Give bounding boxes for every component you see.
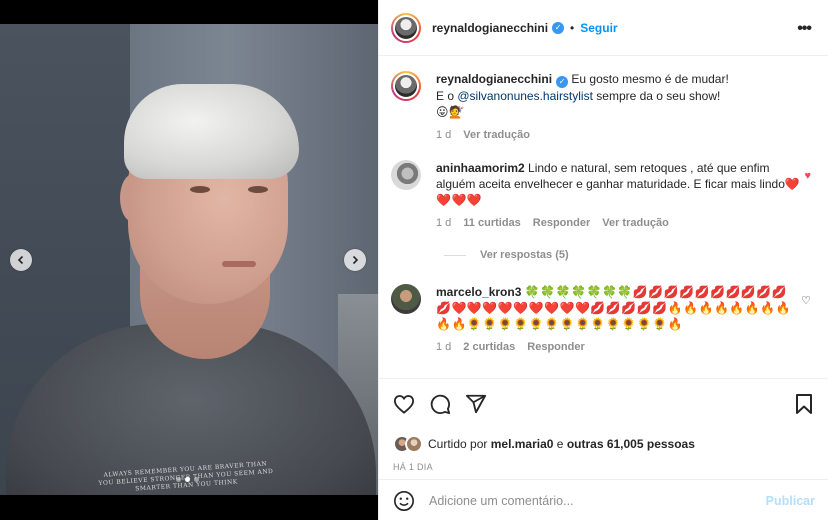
caption-mention-link[interactable]: @silvanonunes.hairstylist	[457, 89, 593, 103]
comment-meta: 1 d 2 curtidas Responder	[436, 339, 801, 355]
comment-likes-count[interactable]: 11 curtidas	[463, 215, 520, 231]
post-actions: Curtido por mel.maria0 e outras 61,005 p…	[379, 378, 828, 520]
carousel-dot-active	[185, 477, 190, 482]
caption-time[interactable]: 1 d	[436, 127, 451, 143]
chevron-right-icon	[352, 255, 359, 265]
comment-reply-button[interactable]: Responder	[533, 215, 590, 231]
caption-text-2-prefix: E o	[436, 89, 458, 103]
follow-button[interactable]: Seguir	[580, 21, 617, 35]
post-header: reynaldogianecchini ✓ • Seguir •••	[379, 0, 828, 56]
comment-item: aninhaamorim2 Lindo e natural, sem retoq…	[391, 160, 811, 231]
carousel-dot	[176, 477, 181, 482]
carousel-next-button[interactable]	[344, 249, 366, 271]
likes-others-link[interactable]: outras 61,005 pessoas	[567, 437, 695, 451]
publish-button[interactable]: Publicar	[766, 494, 815, 508]
photo-eye-right	[248, 186, 268, 193]
comment-time[interactable]: 1 d	[436, 215, 451, 231]
comment-like-heart-icon[interactable]: ♡	[801, 294, 811, 307]
more-options-icon[interactable]: •••	[797, 20, 812, 38]
caption-line-1: reynaldogianecchini ✓ Eu gosto mesmo é de…	[436, 71, 801, 88]
add-comment-bar: Adicione um comentário... Publicar	[379, 479, 828, 520]
caption-translate-link[interactable]: Ver tradução	[463, 127, 530, 143]
liker-avatar	[405, 435, 423, 453]
comment-likes-count[interactable]: 2 curtidas	[463, 339, 515, 355]
comment-icon[interactable]	[429, 393, 451, 415]
author-username[interactable]: reynaldogianecchini	[432, 21, 548, 35]
likes-middle: e	[556, 437, 564, 451]
photo-mouth	[222, 261, 256, 267]
comment-item: marcelo_kron3 🍀🍀🍀🍀🍀🍀🍀💋💋💋💋💋💋💋💋💋💋💋❤️❤️❤️❤️…	[391, 284, 811, 355]
view-replies-label: Ver respostas (5)	[480, 249, 569, 261]
chevron-left-icon	[17, 255, 24, 265]
view-replies-button[interactable]: Ver respostas (5)	[444, 249, 569, 261]
post-timestamp[interactable]: HÁ 1 DIA	[393, 462, 433, 472]
comment-content: aninhaamorim2 Lindo e natural, sem retoq…	[436, 160, 801, 208]
author-avatar-image	[393, 14, 419, 41]
emoji-icon[interactable]	[393, 490, 415, 512]
likes-user-link[interactable]: mel.maria0	[491, 437, 554, 451]
post-side-panel: reynaldogianecchini ✓ • Seguir ••• reyna…	[378, 0, 828, 520]
comments-list: reynaldogianecchini ✓ Eu gosto mesmo é de…	[379, 57, 828, 377]
comment-meta: 1 d 11 curtidas Responder Ver tradução	[436, 215, 801, 231]
comment-username[interactable]: aninhaamorim2	[436, 161, 525, 175]
caption-meta: 1 d Ver tradução	[436, 127, 801, 143]
commenter-avatar[interactable]	[391, 160, 421, 190]
post-photo[interactable]: ALWAYS REMEMBER YOU ARE BRAVER THAN YOU …	[0, 24, 378, 495]
author-avatar[interactable]	[391, 12, 421, 43]
instagram-post: ALWAYS REMEMBER YOU ARE BRAVER THAN YOU …	[0, 0, 828, 520]
caption-emojis: 😛💇	[436, 105, 465, 119]
comment-content: marcelo_kron3 🍀🍀🍀🍀🍀🍀🍀💋💋💋💋💋💋💋💋💋💋💋❤️❤️❤️❤️…	[436, 284, 801, 332]
carousel-dots	[176, 477, 199, 482]
verified-badge-icon: ✓	[552, 21, 565, 34]
likes-text: Curtido por mel.maria0 e outras 61,005 p…	[428, 437, 695, 451]
caption-body: reynaldogianecchini ✓ Eu gosto mesmo é de…	[436, 71, 801, 143]
comment-input[interactable]: Adicione um comentário...	[429, 494, 766, 508]
verified-badge-icon: ✓	[556, 76, 569, 88]
comment-like-heart-icon[interactable]: ♥	[804, 170, 811, 182]
header-separator: •	[570, 20, 575, 35]
heart-icon[interactable]	[393, 393, 415, 415]
caption-line-2: E o @silvanonunes.hairstylist sempre da …	[436, 88, 801, 104]
replies-divider	[444, 254, 466, 256]
likes-prefix: Curtido por	[428, 437, 488, 451]
action-icons	[393, 393, 487, 415]
commenter-avatar[interactable]	[391, 284, 421, 314]
caption-avatar-image	[393, 73, 419, 99]
carousel-dot	[194, 477, 199, 482]
caption-username[interactable]: reynaldogianecchini	[436, 72, 552, 86]
comment-translate-link[interactable]: Ver tradução	[602, 215, 669, 231]
comment-time[interactable]: 1 d	[436, 339, 451, 355]
photo-eye-left	[190, 186, 210, 193]
photo-hair	[124, 84, 299, 179]
caption: reynaldogianecchini ✓ Eu gosto mesmo é de…	[391, 71, 811, 143]
caption-avatar[interactable]	[391, 71, 421, 101]
share-icon[interactable]	[465, 393, 487, 415]
likes-summary[interactable]: Curtido por mel.maria0 e outras 61,005 p…	[393, 435, 695, 453]
comment-body: aninhaamorim2 Lindo e natural, sem retoq…	[436, 160, 801, 231]
comment-body: marcelo_kron3 🍀🍀🍀🍀🍀🍀🍀💋💋💋💋💋💋💋💋💋💋💋❤️❤️❤️❤️…	[436, 284, 801, 355]
post-media: ALWAYS REMEMBER YOU ARE BRAVER THAN YOU …	[0, 0, 378, 520]
caption-text-1: Eu gosto mesmo é de mudar!	[571, 72, 729, 86]
comment-reply-button[interactable]: Responder	[527, 339, 584, 355]
carousel-prev-button[interactable]	[10, 249, 32, 271]
bookmark-icon[interactable]	[793, 393, 815, 415]
comment-username[interactable]: marcelo_kron3	[436, 285, 521, 299]
caption-text-2-suffix: sempre da o seu show!	[592, 89, 721, 103]
